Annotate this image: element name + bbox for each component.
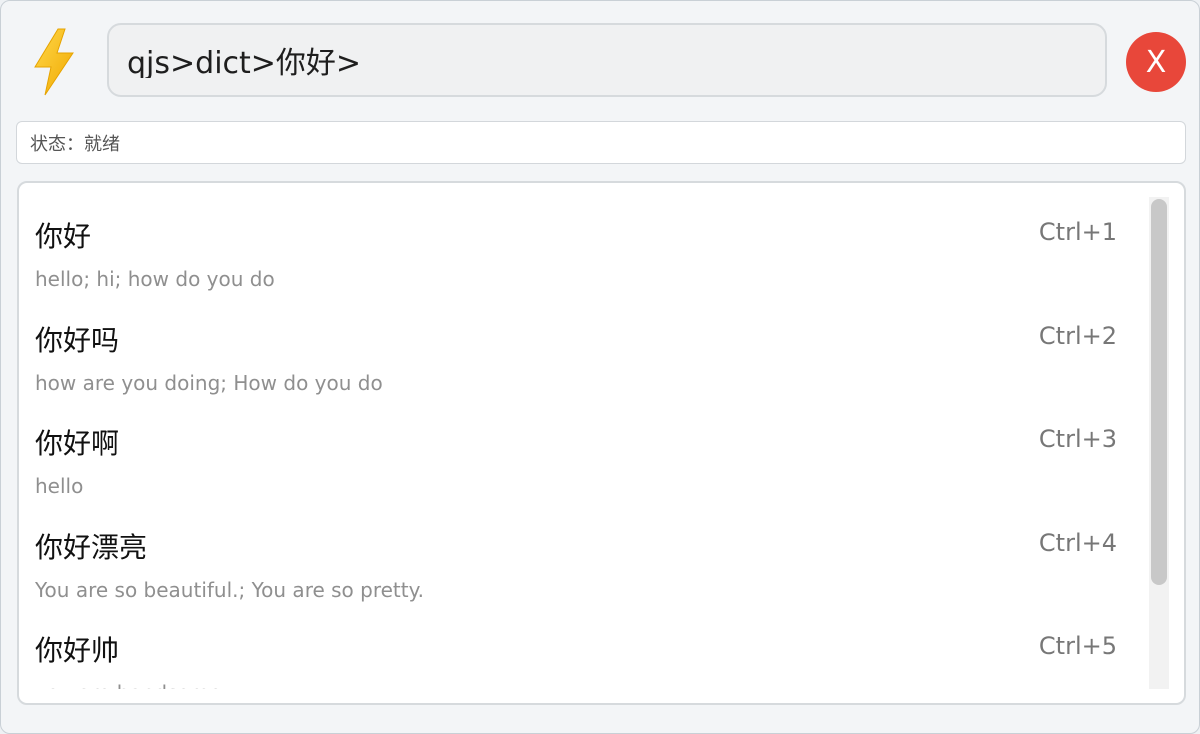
result-shortcut: Ctrl+5 (1038, 632, 1117, 660)
list-item[interactable]: 你好啊 Ctrl+3 hello (19, 390, 1147, 498)
list-item[interactable]: 你好吗 Ctrl+2 how are you doing; How do you… (19, 287, 1147, 395)
scrollbar-thumb[interactable] (1151, 199, 1167, 585)
result-word: 你好 (35, 220, 92, 253)
result-word: 你好漂亮 (35, 530, 148, 564)
result-word: 你好吗 (35, 323, 120, 357)
result-shortcut: Ctrl+2 (1038, 321, 1117, 350)
launcher-window: X 状态：就绪 你好 Ctrl+1 hello; hi; how do you … (0, 0, 1200, 734)
list-item[interactable]: 你好 Ctrl+1 hello; hi; how do you do (19, 183, 1147, 291)
scrollbar[interactable] (1149, 197, 1169, 689)
command-box[interactable] (107, 23, 1107, 97)
result-word: 你好啊 (35, 427, 120, 460)
result-word: 你好帅 (35, 634, 120, 667)
status-text: 状态：就绪 (30, 133, 120, 155)
result-shortcut: Ctrl+3 (1038, 425, 1117, 453)
command-input[interactable] (127, 42, 1087, 78)
results-list-viewport: 你好 Ctrl+1 hello; hi; how do you do 你好吗 C… (19, 183, 1147, 689)
results-list: 你好 Ctrl+1 hello; hi; how do you do 你好吗 C… (17, 181, 1186, 705)
status-bar: 状态：就绪 (16, 121, 1186, 164)
result-shortcut: Ctrl+1 (1038, 218, 1117, 246)
list-item[interactable]: 你好帅 Ctrl+5 you are handsome (19, 597, 1147, 689)
result-shortcut: Ctrl+4 (1038, 528, 1117, 557)
result-definition: you are handsome (35, 681, 222, 689)
lightning-bolt-icon (34, 28, 74, 96)
list-item[interactable]: 你好漂亮 Ctrl+4 You are so beautiful.; You a… (19, 494, 1147, 602)
close-button[interactable]: X (1126, 32, 1186, 92)
